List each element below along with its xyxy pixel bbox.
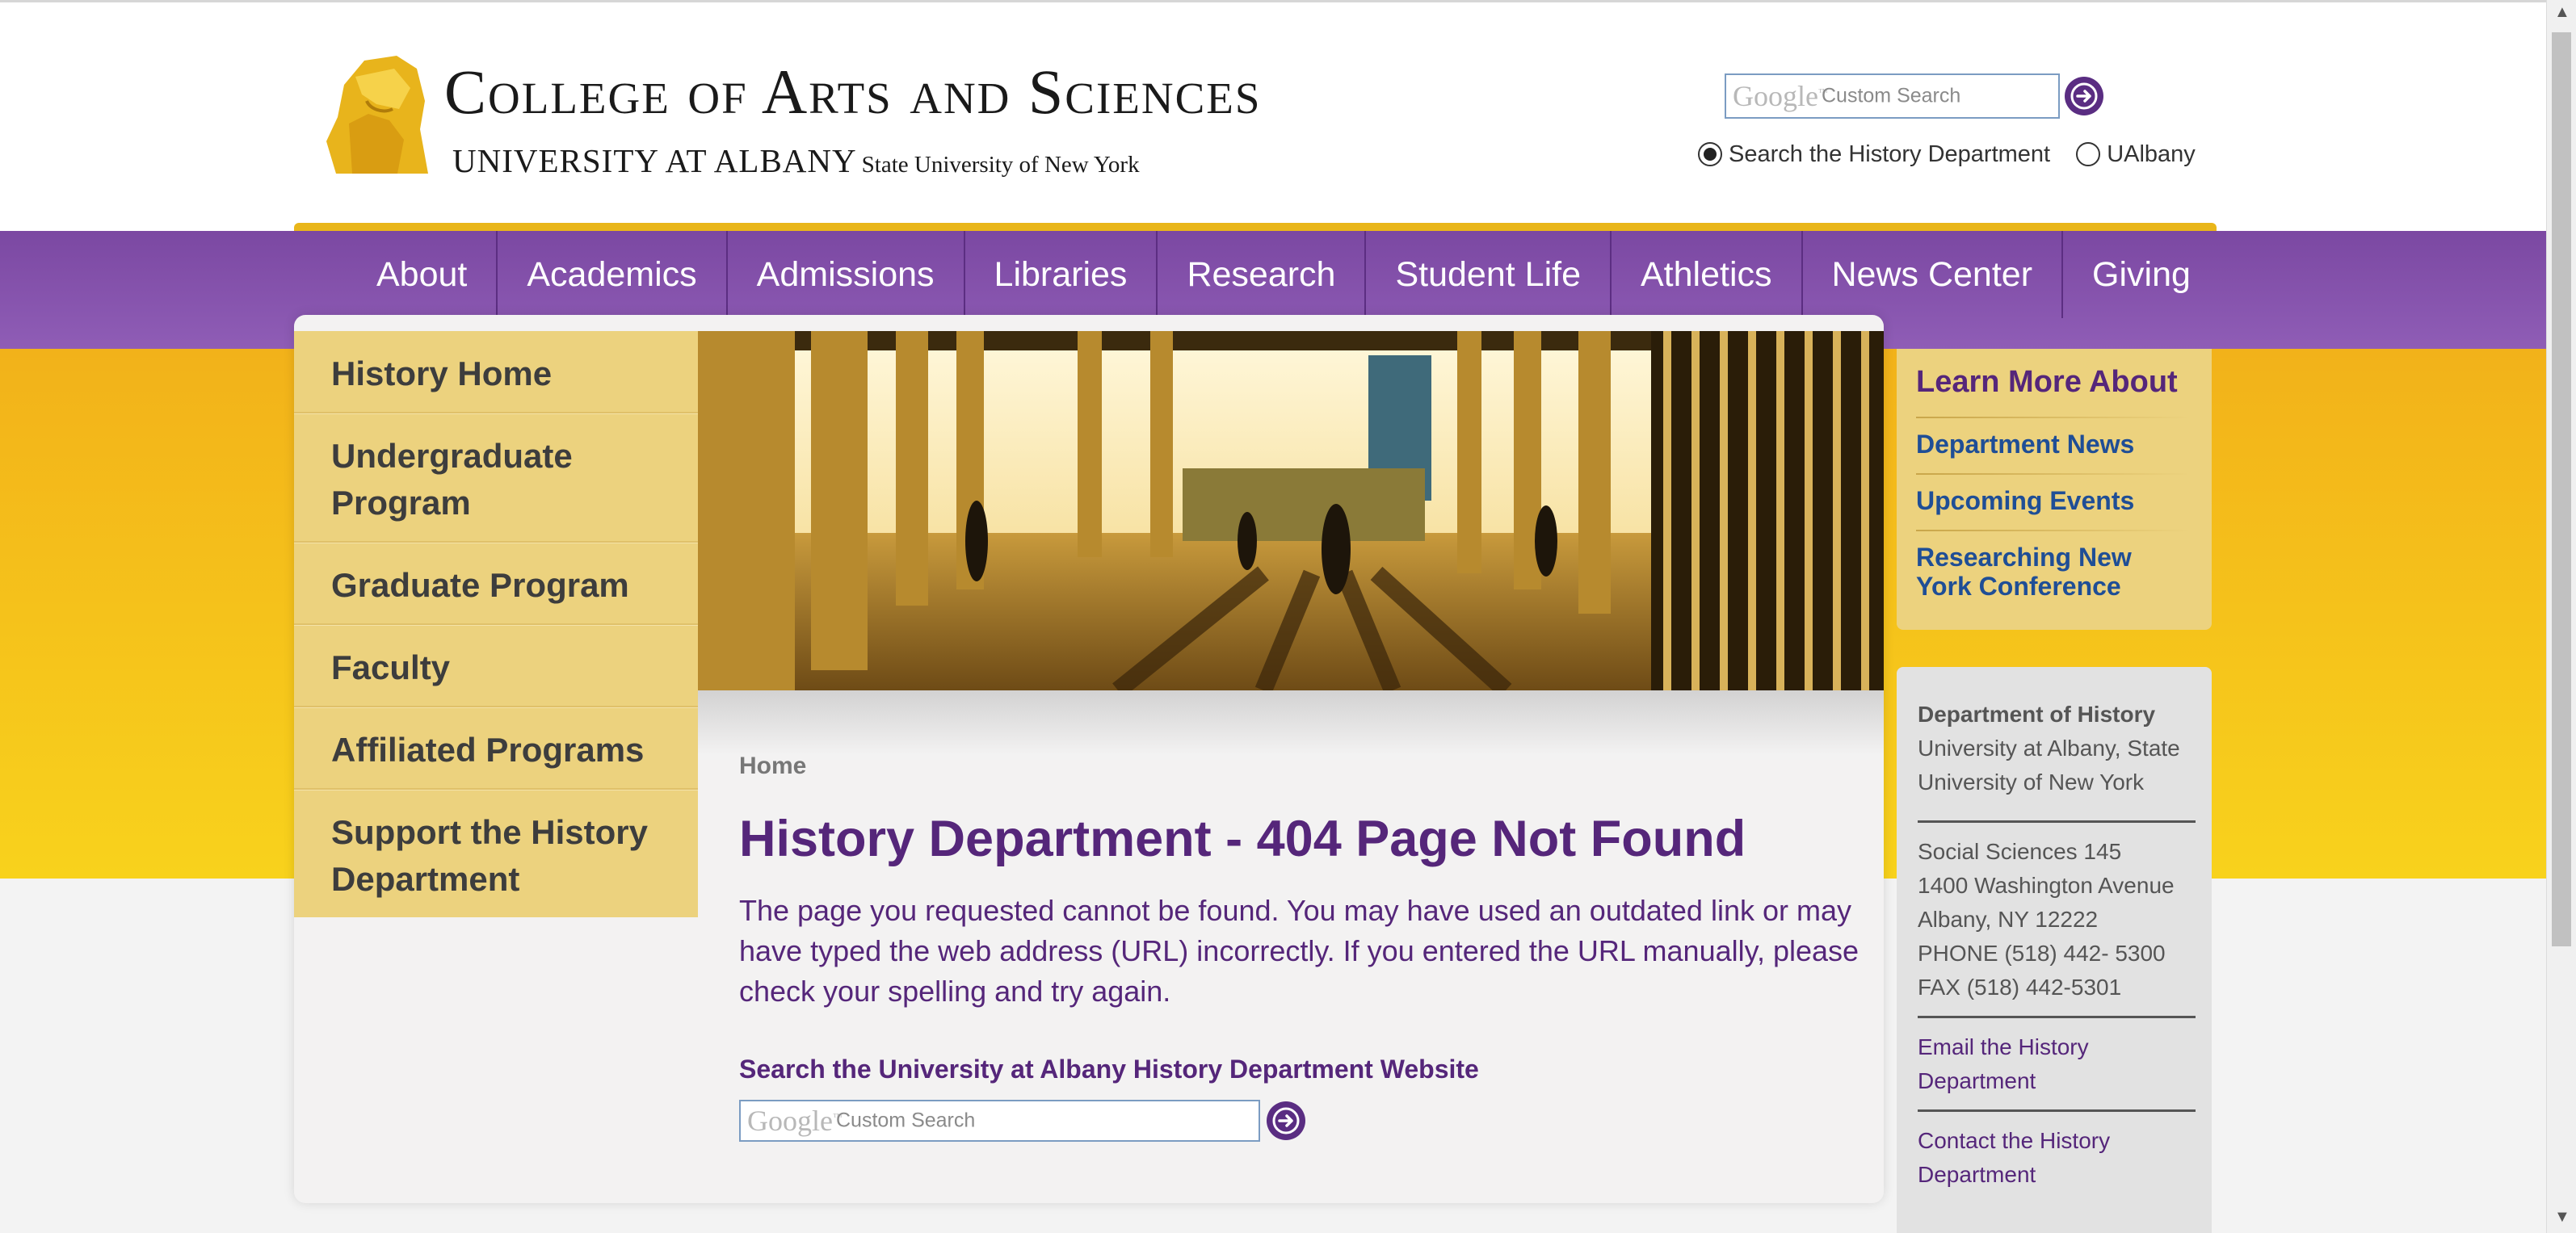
address-line: 1400 Washington Avenue [1918,873,2175,898]
divider [1916,530,2191,531]
university-name: UNIVERSITY AT ALBANY State University of … [452,141,1140,180]
learn-more-title: Learn More About [1916,365,2178,399]
nav-top-accent [294,223,2217,231]
divider [1918,1109,2196,1112]
radio-ualbany[interactable] [2076,142,2101,166]
nav-admissions[interactable]: Admissions [725,231,964,318]
page-scrollbar[interactable]: ▲ ▼ [2546,0,2576,1233]
arrow-right-circle-icon [2070,82,2098,110]
scroll-up-icon[interactable]: ▲ [2554,3,2570,22]
institution-name: University at Albany, State University o… [1918,736,2180,795]
contact-link[interactable]: Contact the History Department [1918,1124,2200,1192]
error-message: The page you requested cannot be found. … [739,894,1860,1008]
site-header: College of Arts and Sciences UNIVERSITY … [0,0,2546,231]
main-nav: About Academics Admissions Libraries Res… [347,231,2220,318]
divider [1916,473,2191,475]
google-logo: Google™ [1733,80,1828,112]
dept-name: Department of History [1918,702,2156,727]
google-logo: Google™ [747,1105,843,1137]
radio-label-history[interactable]: Search the History Department [1729,141,2050,167]
divider [1918,820,2196,823]
nav-athletics[interactable]: Athletics [1609,231,1801,318]
university-name-main: UNIVERSITY AT ALBANY [452,142,857,179]
scroll-thumb[interactable] [2552,32,2571,946]
divider [1916,417,2191,418]
college-name: College of Arts and Sciences [444,56,1261,128]
nav-giving[interactable]: Giving [2061,231,2220,318]
contact-info-box: Department of History University at Alba… [1897,667,2212,1233]
fax-number: FAX (518) 442-5301 [1918,975,2122,1000]
nav-about[interactable]: About [347,231,496,318]
section-nav-support[interactable]: Support the History Department [294,790,698,917]
section-nav-history-home[interactable]: History Home [294,331,698,413]
breadcrumb[interactable]: Home [739,753,806,780]
hero-shadow [698,690,1884,755]
search-placeholder: Custom Search [836,1109,976,1132]
page-title: History Department - 404 Page Not Found [739,811,1746,867]
section-nav-faculty[interactable]: Faculty [294,625,698,707]
email-link[interactable]: Email the History Department [1918,1030,2200,1098]
search-scope-options: Search the History Department UAlbany [1698,141,2215,168]
search-placeholder: Custom Search [1822,84,1961,107]
radio-label-ualbany[interactable]: UAlbany [2107,141,2196,167]
google-brand-text: Google [1733,80,1818,112]
learn-more-box: Learn More About Department News Upcomin… [1897,349,2212,630]
nav-student-life[interactable]: Student Life [1364,231,1610,318]
nav-news-center[interactable]: News Center [1801,231,2062,318]
campus-colonnade-photo [698,331,1884,690]
divider [1918,1016,2196,1018]
suny-name: State University of New York [861,152,1140,178]
section-nav: History Home Undergraduate Program Gradu… [294,331,698,917]
section-nav-graduate[interactable]: Graduate Program [294,543,698,625]
site-search-go-button[interactable] [1267,1101,1305,1140]
link-upcoming-events[interactable]: Upcoming Events [1916,486,2191,515]
hero-image [698,331,1884,690]
header-search-go-button[interactable] [2065,77,2103,115]
google-brand-text: Google [747,1105,833,1137]
link-researching-ny-conference[interactable]: Researching New York Conference [1916,543,2191,601]
header-search-input[interactable]: Google™ Custom Search [1725,73,2060,119]
nav-libraries[interactable]: Libraries [963,231,1157,318]
link-department-news[interactable]: Department News [1916,430,2191,459]
phone-number: PHONE (518) 442- 5300 [1918,941,2166,966]
section-nav-affiliated[interactable]: Affiliated Programs [294,707,698,790]
scroll-down-icon[interactable]: ▼ [2554,1208,2570,1227]
nav-academics[interactable]: Academics [496,231,725,318]
college-name-text: College of Arts and Sciences [444,57,1262,127]
arrow-right-circle-icon [1272,1107,1300,1134]
address-line: Social Sciences 145 [1918,839,2122,864]
nav-research[interactable]: Research [1156,231,1364,318]
radio-history-department[interactable] [1698,142,1722,166]
search-heading: Search the University at Albany History … [739,1055,1479,1084]
address-line: Albany, NY 12222 [1918,907,2099,932]
minerva-logo-icon [320,52,431,175]
site-search-input[interactable]: Google™ Custom Search [739,1100,1260,1142]
section-nav-undergraduate[interactable]: Undergraduate Program [294,413,698,543]
